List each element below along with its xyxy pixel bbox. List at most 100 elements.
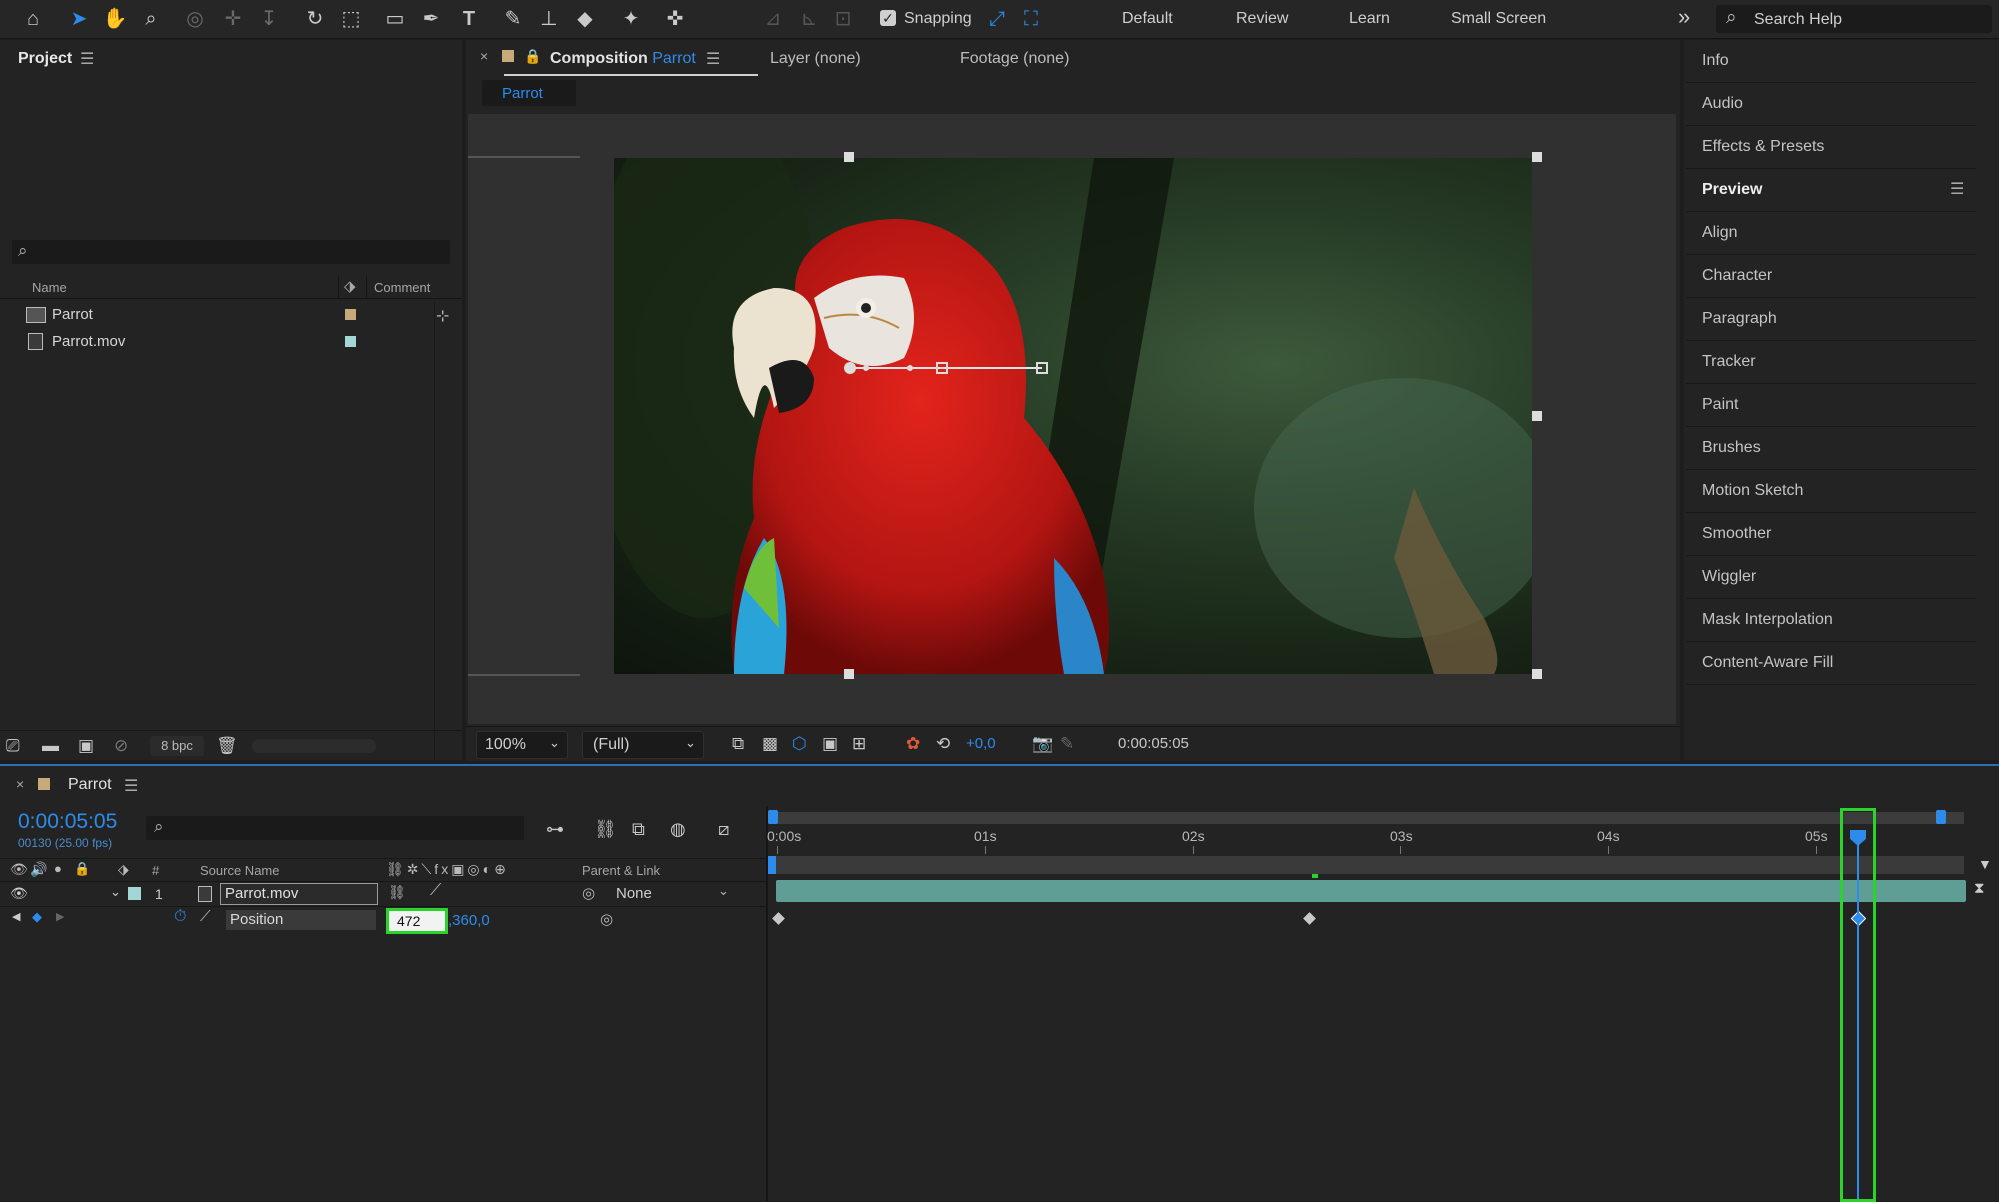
- transparency-grid-icon[interactable]: ▩: [762, 733, 778, 755]
- panel-info[interactable]: Info: [1686, 40, 1976, 83]
- panel-wiggler[interactable]: Wiggler: [1686, 556, 1976, 599]
- pen-tool-icon[interactable]: ✒: [418, 7, 444, 31]
- label-color-swatch[interactable]: [345, 309, 356, 320]
- search-help-field[interactable]: ⌕ Search Help: [1716, 5, 1992, 33]
- work-area-start-handle[interactable]: [768, 810, 778, 824]
- panel-tracker[interactable]: Tracker: [1686, 341, 1976, 384]
- fast-previews-icon[interactable]: ⧉: [732, 733, 744, 755]
- position-y-value[interactable]: ,360,0: [448, 912, 490, 929]
- close-tab-icon[interactable]: ×: [480, 48, 488, 64]
- viewer-canvas[interactable]: [468, 114, 1676, 724]
- workspace-learn[interactable]: Learn: [1349, 10, 1390, 28]
- panel-preview[interactable]: Preview ☰: [1686, 169, 1976, 212]
- previous-keyframe-icon[interactable]: ◀: [12, 910, 20, 923]
- show-snapshot-icon[interactable]: ✎: [1060, 733, 1074, 755]
- workspace-overflow-icon[interactable]: »: [1678, 4, 1690, 30]
- work-area-end-handle[interactable]: [1936, 810, 1946, 824]
- project-scrollbar[interactable]: [252, 739, 376, 753]
- world-axis-icon[interactable]: ⊾: [796, 7, 822, 31]
- column-parent-link[interactable]: Parent & Link: [582, 863, 660, 878]
- bit-depth-button[interactable]: 8 bpc: [150, 736, 204, 756]
- tab-layer[interactable]: Layer (none): [770, 50, 861, 68]
- layer-duration-bar[interactable]: [776, 880, 1966, 902]
- tab-composition[interactable]: Composition Parrot: [550, 50, 696, 68]
- clone-stamp-icon[interactable]: ⊥: [536, 7, 562, 31]
- trash-icon[interactable]: 🗑: [216, 735, 238, 757]
- comp-button-icon[interactable]: ⧗: [1974, 880, 1985, 897]
- panel-mask-interpolation[interactable]: Mask Interpolation: [1686, 599, 1976, 642]
- composition-menu-icon[interactable]: ☰: [706, 49, 720, 69]
- snapping-checkbox[interactable]: ✓: [880, 10, 896, 26]
- column-comment[interactable]: Comment: [374, 280, 430, 295]
- navigator-start-handle[interactable]: [768, 856, 776, 874]
- panel-motion-sketch[interactable]: Motion Sketch: [1686, 470, 1976, 513]
- exposure-value[interactable]: +0,0: [966, 735, 996, 752]
- position-x-input[interactable]: 472: [386, 908, 448, 934]
- workspace-small-screen[interactable]: Small Screen: [1451, 10, 1546, 28]
- column-number[interactable]: #: [152, 863, 159, 878]
- project-item-parrot-mov[interactable]: Parrot.mov: [0, 329, 436, 355]
- add-keyframe-icon[interactable]: ◆: [32, 909, 42, 925]
- collapse-switch-icon[interactable]: ⛓: [388, 884, 406, 901]
- flowchart-icon[interactable]: ⊹: [436, 306, 449, 326]
- adjust-settings-icon[interactable]: ⊘: [114, 735, 128, 757]
- project-search-input[interactable]: ⌕: [12, 240, 450, 264]
- tab-footage[interactable]: Footage (none): [960, 50, 1069, 68]
- eraser-tool-icon[interactable]: ◆: [572, 7, 598, 31]
- project-menu-icon[interactable]: ☰: [80, 49, 94, 69]
- frame-blending-icon[interactable]: ◍: [670, 818, 686, 840]
- close-tab-icon[interactable]: ×: [16, 776, 24, 792]
- column-source-name[interactable]: Source Name: [200, 863, 279, 878]
- layer-row[interactable]: 👁 ⌄ 1 Parrot.mov ⛓ ⟋ ◎ None ⌄: [0, 882, 766, 907]
- timeline-graph-area[interactable]: ▼ ⧗: [768, 808, 1999, 1202]
- brush-tool-icon[interactable]: ✎: [500, 7, 526, 31]
- layer-handle[interactable]: [1532, 152, 1542, 162]
- workspace-default[interactable]: Default: [1122, 10, 1173, 28]
- label-tag-icon[interactable]: ⬗: [118, 861, 129, 878]
- video-eye-icon[interactable]: 👁: [10, 861, 28, 878]
- panel-content-aware-fill[interactable]: Content-Aware Fill: [1686, 642, 1976, 685]
- snapshot-camera-icon[interactable]: 📷: [1032, 733, 1053, 755]
- keyframe[interactable]: [1303, 912, 1316, 925]
- grid-guides-icon[interactable]: ⊞: [852, 733, 866, 755]
- hide-shy-layers-icon[interactable]: ⧉: [632, 818, 645, 840]
- work-area-bar[interactable]: [768, 812, 1964, 824]
- snap-features-icon[interactable]: ⛶: [1018, 7, 1044, 31]
- snap-edges-icon[interactable]: ⤢: [984, 7, 1010, 31]
- parent-dropdown[interactable]: None ⌄: [608, 883, 732, 903]
- layer-handle[interactable]: [1532, 411, 1542, 421]
- panel-brushes[interactable]: Brushes: [1686, 427, 1976, 470]
- new-folder-icon[interactable]: ▬: [42, 735, 59, 757]
- layer-visibility-eye-icon[interactable]: 👁: [10, 885, 28, 902]
- audio-icon[interactable]: 🔊: [30, 861, 47, 878]
- reset-exposure-icon[interactable]: ⟲: [936, 733, 950, 755]
- dolly-camera-icon[interactable]: ↧: [256, 7, 282, 31]
- stopwatch-icon[interactable]: ⏱: [174, 908, 186, 926]
- motion-path[interactable]: [468, 114, 1676, 724]
- color-channels-icon[interactable]: ✿: [906, 733, 920, 755]
- label-tag-icon[interactable]: ⬗: [344, 277, 356, 295]
- home-icon[interactable]: ⌂: [20, 7, 46, 31]
- lock-icon[interactable]: 🔒: [524, 48, 541, 65]
- preview-menu-icon[interactable]: ☰: [1950, 179, 1964, 199]
- region-of-interest-icon[interactable]: ▣: [822, 733, 838, 755]
- selection-tool-icon[interactable]: ➤: [66, 7, 92, 31]
- panel-audio[interactable]: Audio: [1686, 83, 1976, 126]
- rectangle-tool-icon[interactable]: ▭: [382, 7, 408, 31]
- layer-handle[interactable]: [844, 152, 854, 162]
- lock-icon[interactable]: 🔒: [74, 861, 90, 877]
- interpret-footage-icon[interactable]: ⎚: [6, 735, 20, 757]
- panel-smoother[interactable]: Smoother: [1686, 513, 1976, 556]
- zoom-dropdown[interactable]: 100% ⌄: [476, 731, 568, 759]
- layer-handle[interactable]: [1532, 669, 1542, 679]
- comp-flowchart-icon[interactable]: ⊶: [546, 818, 564, 840]
- panel-character[interactable]: Character: [1686, 255, 1976, 298]
- panel-paragraph[interactable]: Paragraph: [1686, 298, 1976, 341]
- column-name[interactable]: Name: [32, 280, 67, 295]
- graph-icon[interactable]: ⟋: [200, 908, 211, 925]
- comp-breadcrumb[interactable]: Parrot: [482, 80, 576, 106]
- viewer-timecode[interactable]: 0:00:05:05: [1118, 735, 1189, 752]
- next-keyframe-icon[interactable]: ▶: [56, 910, 64, 923]
- hand-tool-icon[interactable]: ✋: [102, 7, 128, 31]
- puppet-pin-icon[interactable]: ✜: [662, 7, 688, 31]
